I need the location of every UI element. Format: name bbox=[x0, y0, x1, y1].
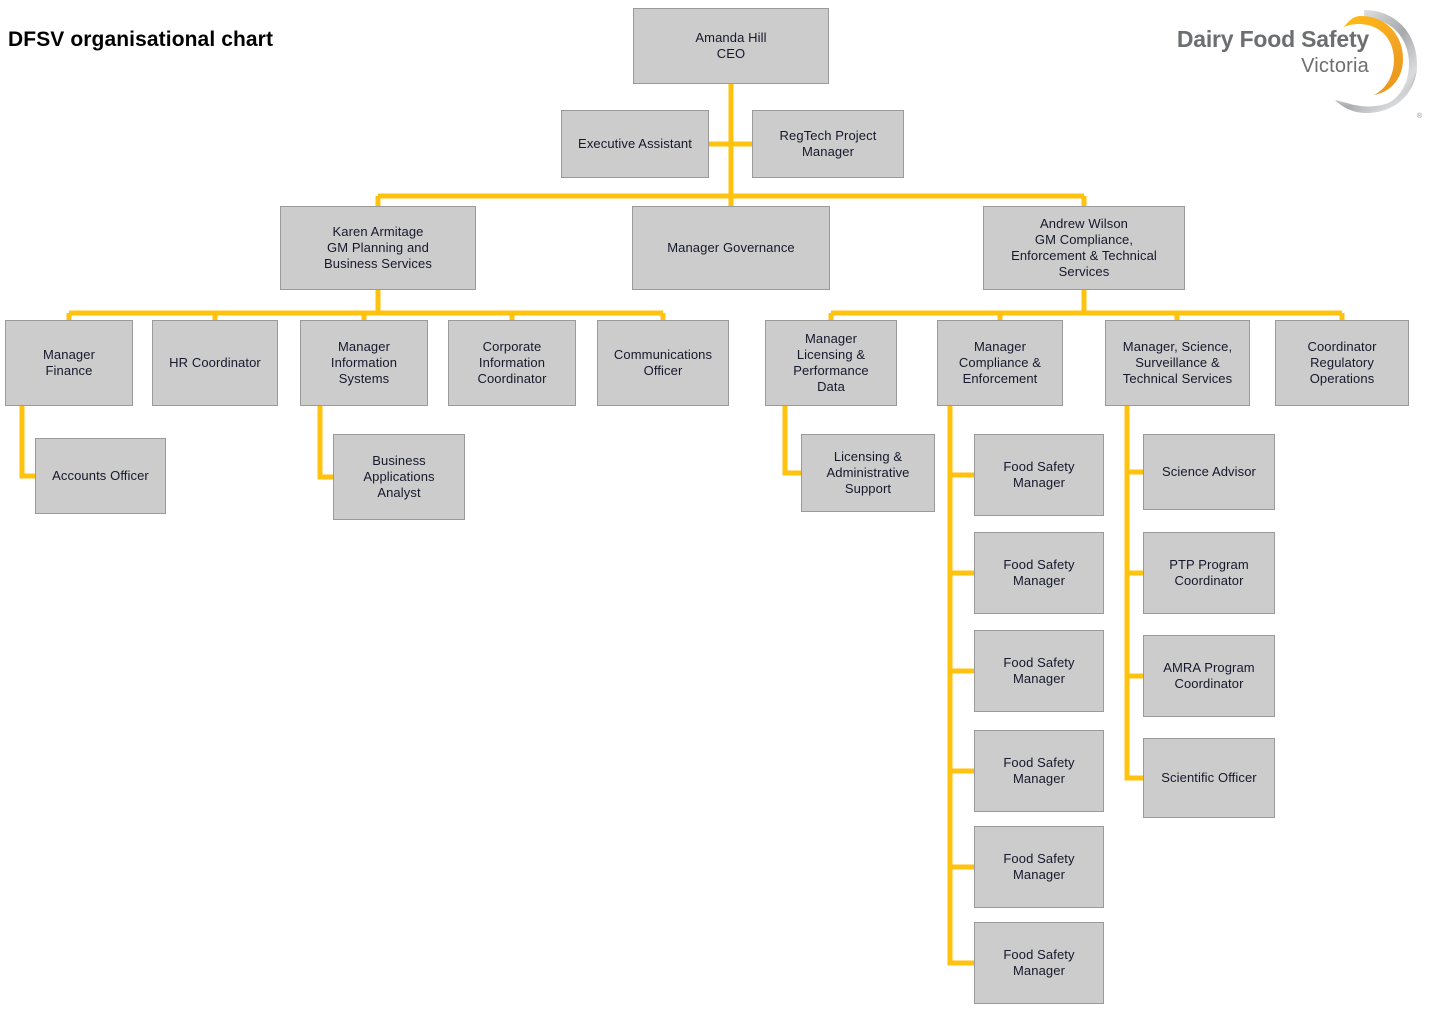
connector-path bbox=[1124, 406, 1143, 781]
org-chart: DFSV organisational chart Dairy Food Saf… bbox=[0, 0, 1433, 1013]
org-node-label: Food Safety Manager bbox=[1003, 458, 1075, 490]
org-node-label: Manager, Science, Surveillance & Technic… bbox=[1122, 338, 1233, 387]
org-node-label: Science Advisor bbox=[1162, 463, 1256, 479]
org-node-ptp-coord[interactable]: PTP Program Coordinator bbox=[1143, 532, 1275, 614]
org-node-fsm-3[interactable]: Food Safety Manager bbox=[974, 630, 1104, 712]
connector-path bbox=[19, 406, 35, 479]
org-node-label: Corporate Information Coordinator bbox=[477, 338, 547, 387]
org-node-regtech-pm[interactable]: RegTech Project Manager bbox=[752, 110, 904, 178]
org-node-label: Karen Armitage GM Planning and Business … bbox=[324, 223, 432, 272]
org-node-mgr-governance[interactable]: Manager Governance bbox=[632, 206, 830, 290]
org-node-label: Business Applications Analyst bbox=[363, 452, 435, 501]
org-node-label: Food Safety Manager bbox=[1003, 654, 1075, 686]
org-node-mgr-compliance[interactable]: Manager Compliance & Enforcement bbox=[937, 320, 1063, 406]
org-node-label: Andrew Wilson GM Compliance, Enforcement… bbox=[1011, 215, 1157, 280]
org-node-fsm-4[interactable]: Food Safety Manager bbox=[974, 730, 1104, 812]
org-node-science-advisor[interactable]: Science Advisor bbox=[1143, 434, 1275, 510]
org-node-label: Food Safety Manager bbox=[1003, 754, 1075, 786]
org-node-label: Food Safety Manager bbox=[1003, 946, 1075, 978]
org-node-label: Manager Compliance & Enforcement bbox=[958, 338, 1042, 387]
page-title: DFSV organisational chart bbox=[8, 28, 274, 51]
org-node-label: Accounts Officer bbox=[52, 467, 149, 483]
org-node-hr-coordinator[interactable]: HR Coordinator bbox=[152, 320, 278, 406]
org-node-label: Amanda Hill CEO bbox=[695, 29, 767, 61]
org-node-label: Manager Governance bbox=[667, 239, 795, 255]
org-node-exec-assistant[interactable]: Executive Assistant bbox=[561, 110, 709, 178]
org-node-coord-reg-ops[interactable]: Coordinator Regulatory Operations bbox=[1275, 320, 1409, 406]
org-node-label: Food Safety Manager bbox=[1003, 850, 1075, 882]
org-node-fsm-5[interactable]: Food Safety Manager bbox=[974, 826, 1104, 908]
org-node-label: Manager Information Systems bbox=[330, 338, 398, 387]
org-node-label: Coordinator Regulatory Operations bbox=[1307, 338, 1377, 387]
org-node-amra-coord[interactable]: AMRA Program Coordinator bbox=[1143, 635, 1275, 717]
org-node-label: Communications Officer bbox=[613, 346, 713, 378]
org-node-corp-info-coord[interactable]: Corporate Information Coordinator bbox=[448, 320, 576, 406]
org-node-bus-apps-analyst[interactable]: Business Applications Analyst bbox=[333, 434, 465, 520]
connector-path bbox=[782, 406, 801, 476]
org-node-scientific-officer[interactable]: Scientific Officer bbox=[1143, 738, 1275, 818]
org-node-mgr-finance[interactable]: Manager Finance bbox=[5, 320, 133, 406]
org-node-mgr-science[interactable]: Manager, Science, Surveillance & Technic… bbox=[1105, 320, 1250, 406]
org-node-accounts-officer[interactable]: Accounts Officer bbox=[35, 438, 166, 514]
org-node-gm-planning[interactable]: Karen Armitage GM Planning and Business … bbox=[280, 206, 476, 290]
org-node-label: RegTech Project Manager bbox=[779, 127, 877, 159]
org-node-fsm-1[interactable]: Food Safety Manager bbox=[974, 434, 1104, 516]
registered-trademark-mark: ® bbox=[1416, 113, 1422, 120]
org-node-gm-compliance[interactable]: Andrew Wilson GM Compliance, Enforcement… bbox=[983, 206, 1185, 290]
org-node-mgr-licensing[interactable]: Manager Licensing & Performance Data bbox=[765, 320, 897, 406]
org-node-fsm-2[interactable]: Food Safety Manager bbox=[974, 532, 1104, 614]
org-node-mgr-info-sys[interactable]: Manager Information Systems bbox=[300, 320, 428, 406]
org-node-label: HR Coordinator bbox=[169, 354, 261, 370]
org-node-label: Licensing & Administrative Support bbox=[826, 448, 910, 497]
org-node-label: Manager Licensing & Performance Data bbox=[793, 330, 869, 395]
org-node-label: Executive Assistant bbox=[578, 135, 692, 151]
connector-path bbox=[947, 406, 974, 966]
org-node-label: Scientific Officer bbox=[1161, 769, 1257, 785]
org-node-label: Food Safety Manager bbox=[1003, 556, 1075, 588]
org-node-comms-officer[interactable]: Communications Officer bbox=[597, 320, 729, 406]
org-node-fsm-6[interactable]: Food Safety Manager bbox=[974, 922, 1104, 1004]
org-node-ceo[interactable]: Amanda Hill CEO bbox=[633, 8, 829, 84]
org-node-lic-admin-support[interactable]: Licensing & Administrative Support bbox=[801, 434, 935, 512]
org-node-label: AMRA Program Coordinator bbox=[1163, 659, 1255, 691]
crescent-swoosh-icon bbox=[1335, 10, 1417, 113]
org-node-label: PTP Program Coordinator bbox=[1169, 556, 1249, 588]
org-node-label: Manager Finance bbox=[42, 346, 95, 378]
connector-path bbox=[317, 406, 333, 480]
dairy-food-safety-victoria-logo: Dairy Food Safety Victoria ® bbox=[1173, 4, 1425, 122]
